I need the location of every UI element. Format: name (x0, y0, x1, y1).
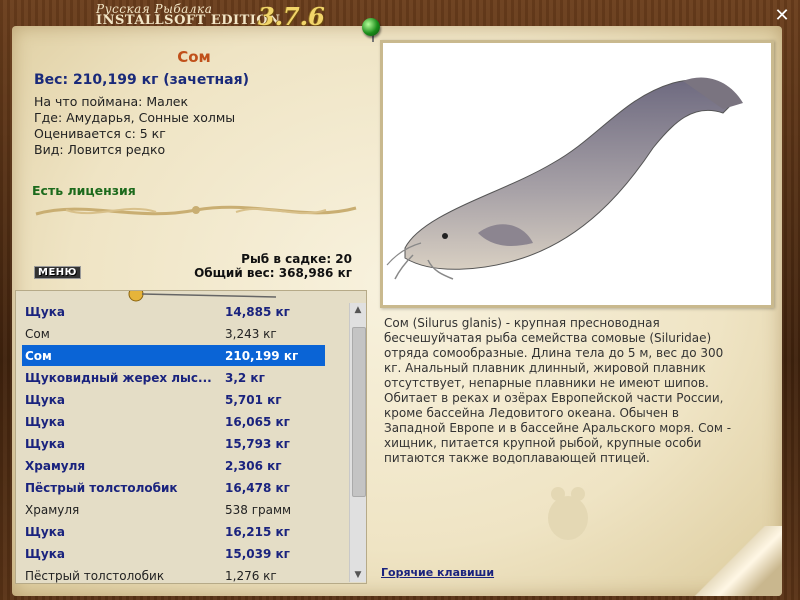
list-item-weight: 538 грамм (225, 502, 292, 517)
list-item-name: Щука (25, 304, 65, 319)
list-item-name: Щука (25, 546, 65, 561)
catfish-picture (380, 40, 774, 308)
list-item-name: Щука (25, 414, 65, 429)
list-item-weight: 3,243 кг (225, 326, 277, 341)
list-item-weight: 15,793 кг (225, 436, 290, 451)
list-item-name: Щука (25, 436, 65, 451)
ornament-divider (35, 205, 357, 216)
list-item-weight: 16,065 кг (225, 414, 290, 429)
list-item-weight: 15,039 кг (225, 546, 290, 561)
list-item-name: Щука (25, 392, 65, 407)
list-item[interactable]: Щука 15,793 кг (22, 433, 325, 454)
list-item-weight: 16,215 кг (225, 524, 290, 539)
catfish-image (386, 77, 743, 280)
list-item[interactable]: Щука 14,885 кг (22, 301, 325, 322)
list-item-weight: 1,276 кг (225, 568, 277, 583)
list-item-name: Храмуля (25, 458, 86, 473)
fish-weight: Вес: 210,199 кг (зачетная) (34, 72, 249, 88)
keeper-total-weight: Общий вес: 368,986 кг (194, 266, 352, 280)
catch-list[interactable]: Щука 14,885 кг Сом 3,243 кг Сом 210,199 кг Щук… (15, 290, 367, 584)
page-curl (692, 526, 782, 596)
list-item-name: Сом (25, 348, 52, 363)
list-item-weight: 16,478 кг (225, 480, 290, 495)
list-item-name: Пёстрый толстолобик (25, 568, 165, 583)
list-item-weight: 3,2 кг (225, 370, 265, 385)
location-info: Где: Амударья, Сонные холмы (34, 110, 236, 125)
keeper-count: Рыб в садке: 20 (241, 252, 352, 266)
kind-info: Вид: Ловится редко (34, 142, 166, 157)
list-item-name: Храмуля (25, 502, 80, 517)
list-item[interactable]: Щука 5,701 кг (22, 389, 325, 410)
list-item[interactable]: Щука 16,215 кг (22, 521, 325, 542)
scroll-up-icon[interactable]: ▲ (350, 303, 366, 317)
list-item[interactable]: Пёстрый толстолобик 1,276 кг (22, 565, 325, 583)
list-scrollbar[interactable]: ▲ ▼ (349, 303, 366, 582)
list-item[interactable]: Пёстрый толстолобик 16,478 кг (22, 477, 325, 498)
scroll-down-icon[interactable]: ▼ (350, 568, 366, 582)
info-panel: Сом Вес: 210,199 кг (зачетная) На что по… (12, 26, 782, 596)
close-icon[interactable]: ✕ (772, 6, 792, 26)
list-item-name: Пёстрый толстолобик (25, 480, 178, 495)
app-title: Русская Рыбалка INSTALLSOFT EDITION 3.7.… (90, 2, 350, 31)
list-item[interactable]: Щуковидный жерех лыс... 3,2 кг (22, 367, 325, 388)
fish-description: Сом (Silurus glanis) - крупная пресновод… (384, 316, 732, 465)
bait-info: На что поймана: Малек (34, 94, 189, 109)
list-item-name: Щука (25, 524, 65, 539)
list-item[interactable]: Храмуля 2,306 кг (22, 455, 325, 476)
menu-button[interactable]: МЕНЮ (34, 266, 81, 279)
green-ball-pin-icon (362, 18, 380, 36)
list-item-name: Щуковидный жерех лыс... (25, 370, 212, 385)
rating-info: Оценивается с: 5 кг (34, 126, 166, 141)
hotkeys-link[interactable]: Горячие клавиши (381, 566, 494, 579)
list-item[interactable]: Сом 3,243 кг (22, 323, 325, 344)
list-item-weight: 210,199 кг (225, 348, 299, 363)
list-item-weight: 2,306 кг (225, 458, 282, 473)
list-item-weight: 14,885 кг (225, 304, 290, 319)
list-item[interactable]: Щука 15,039 кг (22, 543, 325, 564)
list-item[interactable]: Щука 16,065 кг (22, 411, 325, 432)
list-item-weight: 5,701 кг (225, 392, 282, 407)
list-item-name: Сом (25, 326, 50, 341)
fish-silhouette-icon (548, 487, 588, 540)
scroll-thumb[interactable] (352, 327, 366, 497)
list-item[interactable]: Храмуля 538 грамм (22, 499, 325, 520)
list-item[interactable]: Сом 210,199 кг (22, 345, 325, 366)
fish-name: Сом (177, 48, 211, 66)
